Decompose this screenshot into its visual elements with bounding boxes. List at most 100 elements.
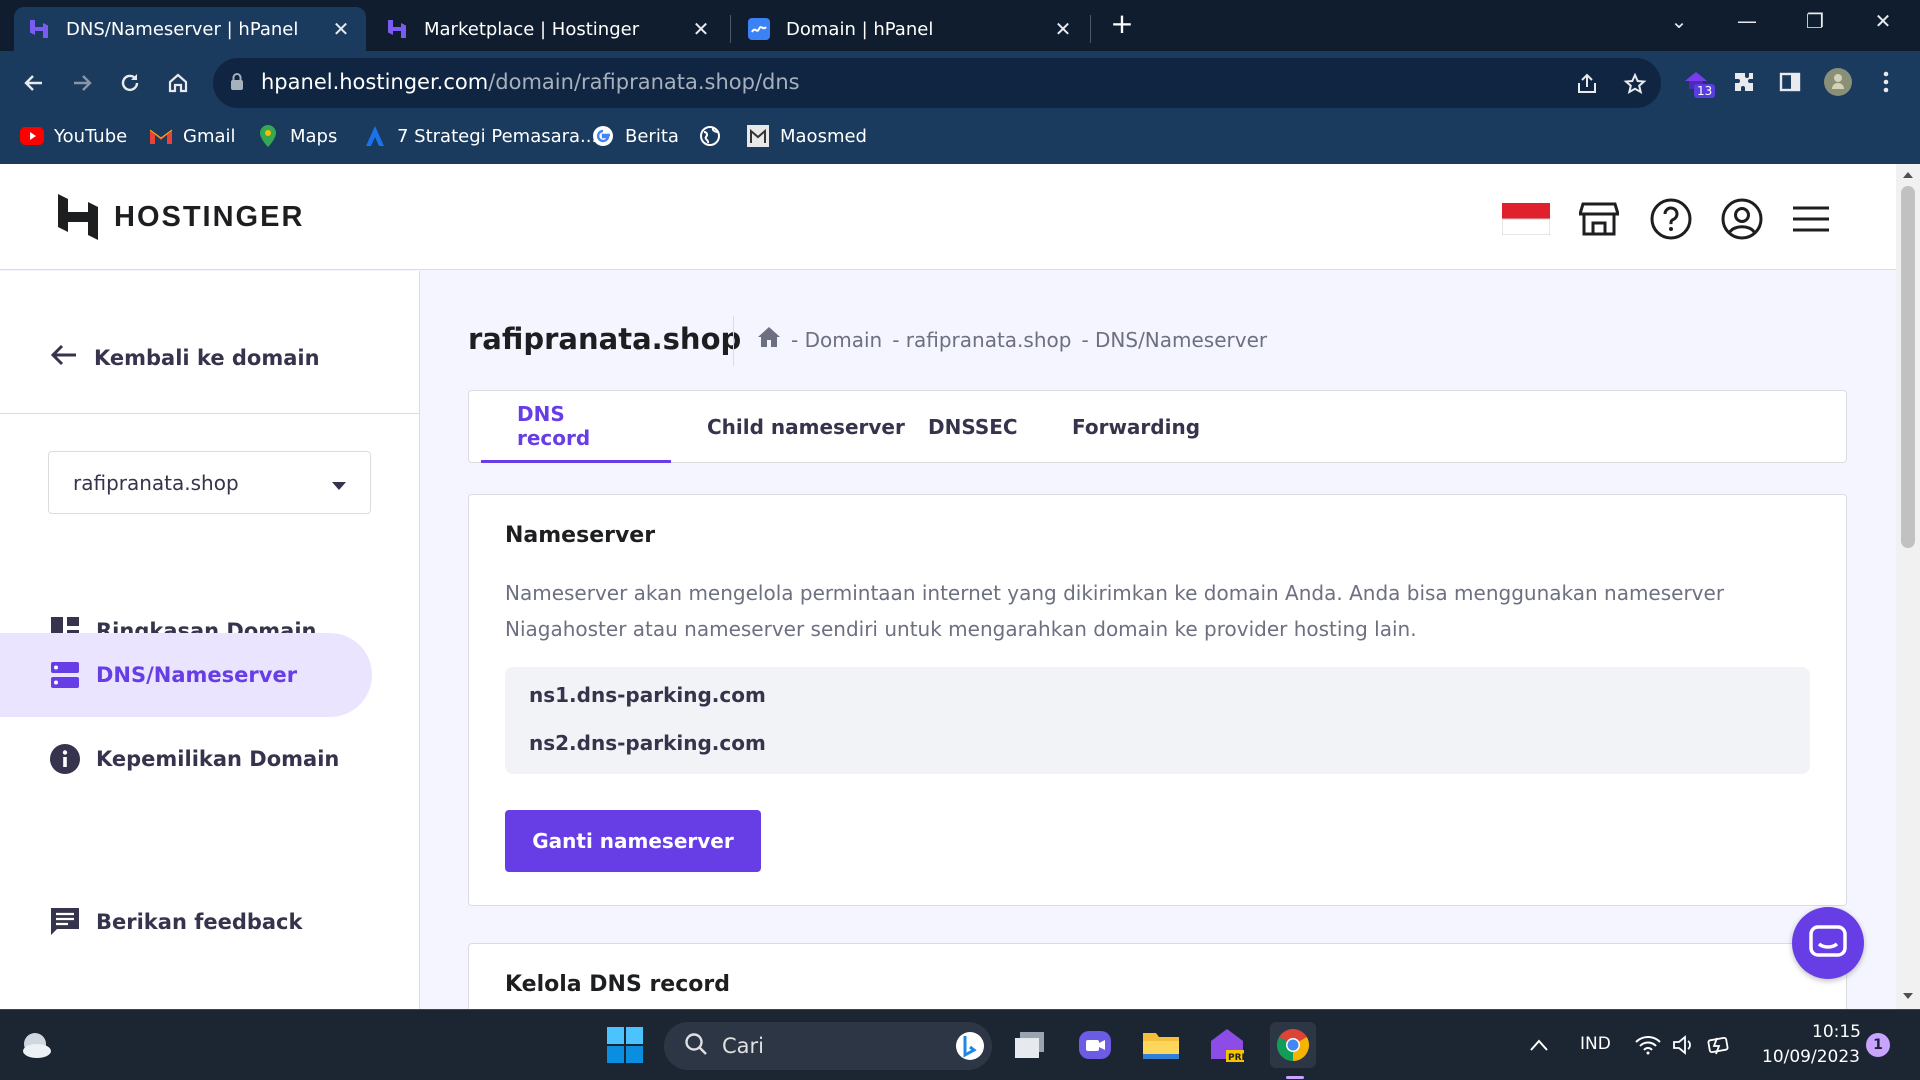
search-icon [684,1032,708,1061]
feedback-link[interactable]: Berikan feedback [0,880,372,964]
close-tab-icon[interactable]: ✕ [690,17,712,41]
scroll-down-arrow[interactable] [1903,993,1913,999]
domain-select[interactable]: rafipranata.shop [48,451,371,514]
forward-button[interactable] [62,63,102,103]
share-icon[interactable] [1573,70,1601,98]
volume-icon[interactable] [1666,1022,1702,1068]
maosmed-icon [746,124,770,148]
profile-avatar[interactable] [1820,64,1856,100]
tab-title: Domain | hPanel [786,18,934,40]
title-divider [733,316,734,366]
nameserver-title: Nameserver [505,523,656,548]
tab-search-icon[interactable]: ⌄ [1654,4,1704,38]
app-pre-icon[interactable]: PRE [1204,1022,1250,1068]
dns-icon [50,660,80,690]
show-hidden-icons[interactable] [1516,1022,1562,1068]
help-icon[interactable] [1648,196,1694,242]
browser-tab-marketplace[interactable]: Marketplace | Hostinger ✕ [372,7,726,51]
browser-tab-dns[interactable]: DNS/Nameserver | hPanel ✕ [14,7,366,51]
bookmarks-bar: YouTube Gmail Maps 7 Strategi Pemasara..… [0,116,1920,154]
browser-tab-domain[interactable]: Domain | hPanel ✕ [734,7,1088,51]
tab-title: Marketplace | Hostinger [424,18,640,40]
language-flag-icon[interactable] [1502,196,1550,242]
tab-separator [1090,15,1091,43]
bookmark-maps[interactable]: Maps [256,122,337,150]
bookmark-berita[interactable]: Berita [591,122,679,150]
address-bar[interactable]: hpanel.hostinger.com/domain/rafipranata.… [213,58,1661,108]
bookmark-globe[interactable] [698,122,732,150]
clock-time[interactable]: 10:15 [1812,1022,1861,1042]
scrollbar-thumb[interactable] [1901,186,1915,548]
file-explorer-icon[interactable] [1138,1022,1184,1068]
home-button[interactable] [158,63,198,103]
bookmark-label: 7 Strategi Pemasara... [397,125,598,147]
chevron-down-icon [332,471,346,495]
url-path: /domain/rafipranata.shop/dns [488,70,800,94]
restore-button[interactable]: ❐ [1790,4,1840,38]
bookmark-youtube[interactable]: YouTube [20,122,127,150]
weather-icon[interactable] [12,1022,58,1068]
url-text: hpanel.hostinger.com/domain/rafipranata.… [261,70,800,94]
tab-separator [730,15,731,43]
back-to-domain-link[interactable]: Kembali ke domain [50,343,320,372]
scroll-up-arrow[interactable] [1903,172,1913,178]
bookmark-label: Berita [625,125,679,147]
close-tab-icon[interactable]: ✕ [1052,17,1074,41]
task-view-icon[interactable] [1008,1022,1054,1068]
bing-icon[interactable] [954,1030,986,1067]
google-icon [591,124,615,148]
clock-date[interactable]: 10/09/2023 [1762,1047,1860,1067]
chat-button[interactable] [1792,907,1864,979]
extension-icon[interactable]: 13 [1678,64,1716,100]
nameserver-description: Nameserver akan mengelola permintaan int… [505,581,1725,641]
nameserver-list: ns1.dns-parking.com ns2.dns-parking.com [505,667,1810,774]
sidebar-item-label: Kepemilikan Domain [96,747,340,771]
battery-icon[interactable] [1702,1022,1738,1068]
breadcrumb-site[interactable]: - rafipranata.shop [892,328,1071,352]
extensions-puzzle-icon[interactable] [1726,64,1762,100]
start-icon[interactable] [602,1022,648,1068]
sidebar-item-kepemilikan[interactable]: Kepemilikan Domain [0,717,372,801]
minimize-button[interactable]: — [1722,4,1772,38]
breadcrumb-domain[interactable]: - Domain [791,328,882,352]
back-button[interactable] [14,63,54,103]
tab-dnssec[interactable]: DNSSEC [892,391,1054,463]
bookmark-star-icon[interactable] [1621,70,1649,98]
hostinger-favicon [386,18,408,40]
browser-tab-strip: DNS/Nameserver | hPanel ✕ Marketplace | … [0,0,1920,51]
close-tab-icon[interactable]: ✕ [330,17,352,41]
hamburger-menu-icon[interactable] [1788,196,1834,242]
back-label: Kembali ke domain [94,345,320,370]
side-panel-icon[interactable] [1772,64,1808,100]
meet-icon[interactable] [1072,1022,1118,1068]
reload-button[interactable] [110,63,150,103]
notification-badge[interactable]: 1 [1866,1033,1890,1057]
account-icon[interactable] [1719,196,1765,242]
language-indicator[interactable]: IND [1580,1034,1611,1054]
change-nameserver-button[interactable]: Ganti nameserver [505,810,761,872]
bookmark-gmail[interactable]: Gmail [149,122,236,150]
page-scrollbar[interactable] [1896,164,1920,1009]
home-icon[interactable] [757,326,781,353]
tab-forwarding[interactable]: Forwarding [1036,391,1236,463]
taskbar-search[interactable]: Cari [664,1022,992,1070]
hostinger-logo[interactable]: HOSTINGER [58,194,304,240]
nameserver-card: Nameserver Nameserver akan mengelola per… [468,494,1847,906]
nameserver-item: ns2.dns-parking.com [529,731,766,755]
chrome-icon[interactable] [1270,1022,1316,1079]
url-host: hpanel.hostinger.com [261,70,489,94]
browser-menu-icon[interactable] [1868,64,1904,100]
bookmark-strategi[interactable]: 7 Strategi Pemasara... [363,122,597,150]
wifi-icon[interactable] [1630,1022,1666,1068]
dns-tabs: DNS record Child nameserver DNSSEC Forwa… [468,390,1847,463]
new-tab-button[interactable]: + [1108,10,1136,40]
running-indicator [1286,1076,1304,1079]
tab-dns-record[interactable]: DNS record [481,391,671,463]
lock-icon[interactable] [229,72,245,96]
close-window-button[interactable]: ✕ [1858,4,1908,38]
sidebar-item-dns[interactable]: DNS/Nameserver [0,633,372,717]
globe-icon [698,124,722,148]
page-title: rafipranata.shop [468,322,742,356]
bookmark-maosmed[interactable]: Maosmed [746,122,867,150]
store-icon[interactable] [1576,196,1622,242]
